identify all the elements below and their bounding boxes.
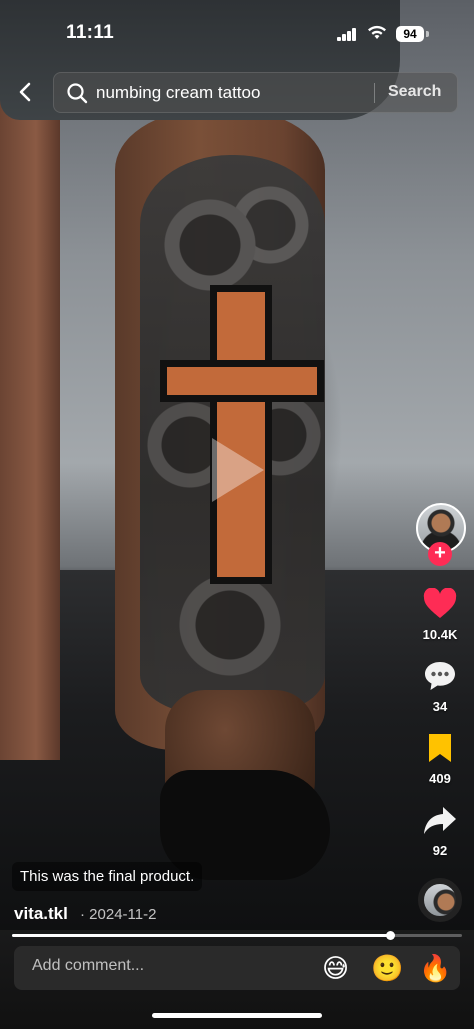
save-button[interactable]: 409: [412, 732, 468, 786]
search-icon: [67, 83, 88, 104]
heart-icon: [423, 587, 457, 618]
back-arrow-icon[interactable]: [14, 80, 38, 104]
comment-button[interactable]: 34: [412, 660, 468, 714]
share-arrow-icon: [424, 807, 456, 834]
emoji-fire-button[interactable]: 🔥: [419, 952, 451, 984]
comment-bubble-icon: [425, 662, 455, 690]
music-disc-icon[interactable]: [418, 878, 462, 922]
search-bar[interactable]: numbing cream tattoo Search: [53, 72, 458, 113]
cross-tattoo-vertical: [210, 285, 272, 584]
video-progress-bar[interactable]: [12, 931, 462, 940]
play-icon[interactable]: [212, 438, 264, 502]
cross-tattoo-horizontal: [160, 360, 324, 402]
comment-count: 34: [432, 699, 448, 714]
like-count: 10.4K: [422, 627, 458, 642]
post-date: · 2024-11-2: [80, 906, 157, 923]
comment-bar[interactable]: Add comment... 😅 🙂 🔥: [14, 946, 460, 990]
progress-fill: [12, 934, 390, 937]
like-button[interactable]: 10.4K: [412, 587, 468, 642]
share-button[interactable]: 92: [412, 804, 468, 858]
author-username[interactable]: vita.tkl: [14, 904, 68, 924]
status-time: 11:11: [66, 22, 114, 43]
search-divider: [374, 83, 375, 103]
battery-tip: [426, 31, 429, 37]
cellular-signal-icon: [337, 27, 357, 41]
bookmark-icon: [429, 734, 451, 762]
search-input[interactable]: numbing cream tattoo: [96, 83, 260, 103]
share-count: 92: [432, 843, 448, 858]
wifi-icon: [368, 25, 386, 39]
add-comment-input[interactable]: Add comment...: [32, 957, 144, 975]
video-caption: This was the final product.: [12, 862, 203, 891]
home-indicator: [152, 1013, 322, 1018]
save-count: 409: [429, 771, 451, 786]
emoji-smile-button[interactable]: 🙂: [371, 952, 403, 984]
search-button[interactable]: Search: [388, 83, 441, 101]
follow-plus-icon[interactable]: +: [428, 542, 452, 566]
emoji-sweat-smile-button[interactable]: 😅: [322, 952, 349, 984]
battery-indicator: 94: [396, 26, 424, 42]
progress-scrubber-handle[interactable]: [386, 931, 395, 940]
